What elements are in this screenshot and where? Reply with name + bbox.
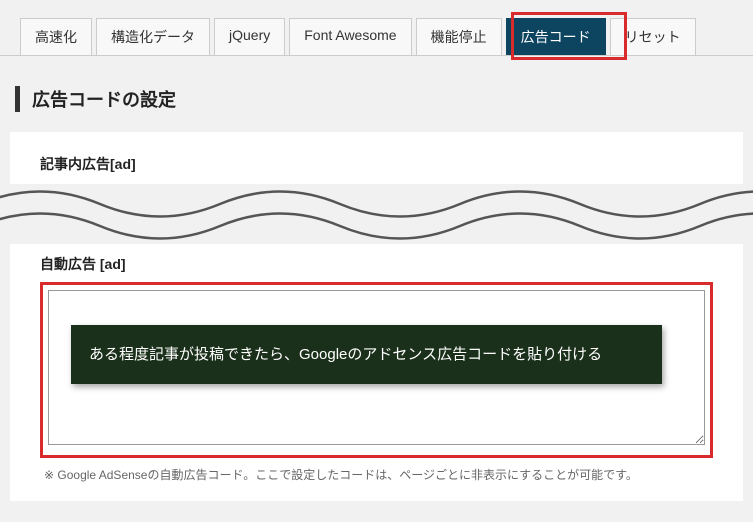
annotation-callout: ある程度記事が投稿できたら、Googleのアドセンス広告コードを貼り付ける <box>71 325 662 384</box>
section-auto-ad: 自動広告 [ad] ある程度記事が投稿できたら、Googleのアドセンス広告コー… <box>10 244 743 501</box>
wavy-separator <box>0 184 753 244</box>
auto-ad-note: ※ Google AdSenseの自動広告コード。ここで設定したコードは、ページ… <box>44 466 709 483</box>
tab-reset[interactable]: リセット <box>610 18 696 55</box>
section-in-article-ad-title: 記事内広告[ad] <box>40 154 713 174</box>
tab-feature-stop[interactable]: 機能停止 <box>416 18 502 55</box>
content-area: 広告コードの設定 記事内広告[ad] 自動広告 [ad] ある程度記事が投稿でき… <box>0 86 753 501</box>
tab-jquery[interactable]: jQuery <box>214 18 285 55</box>
tab-structured-data[interactable]: 構造化データ <box>96 18 210 55</box>
tab-bar: 高速化 構造化データ jQuery Font Awesome 機能停止 広告コー… <box>0 0 753 56</box>
section-in-article-ad: 記事内広告[ad] <box>10 132 743 184</box>
page-header: 広告コードの設定 <box>15 86 733 112</box>
section-auto-ad-title: 自動広告 [ad] <box>40 254 713 274</box>
annotation-highlight-textarea: ある程度記事が投稿できたら、Googleのアドセンス広告コードを貼り付ける <box>40 282 713 458</box>
tab-font-awesome[interactable]: Font Awesome <box>289 18 411 55</box>
page-title: 広告コードの設定 <box>32 86 733 112</box>
tab-speedup[interactable]: 高速化 <box>20 18 92 55</box>
tab-ad-code[interactable]: 広告コード <box>506 18 606 55</box>
